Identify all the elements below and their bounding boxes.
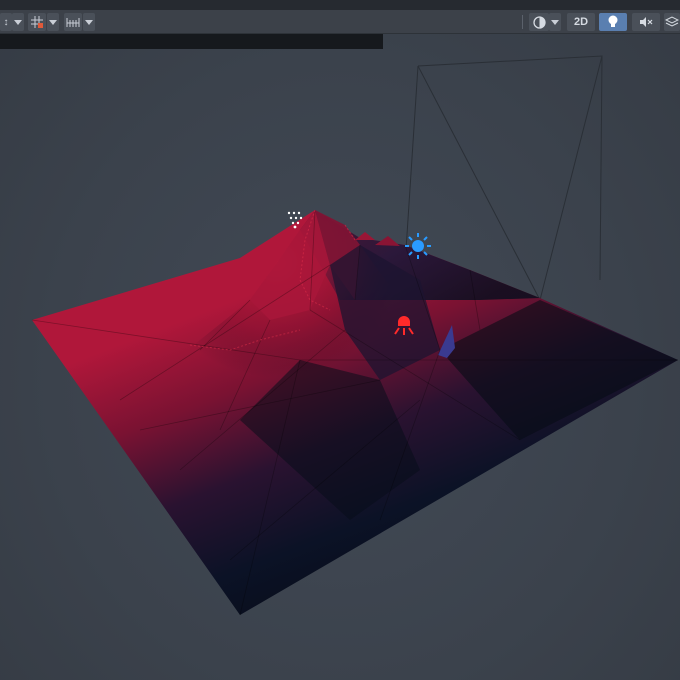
overlay-panel — [0, 34, 383, 49]
scene-viewport[interactable] — [0, 0, 680, 680]
terrain-mesh[interactable] — [31, 209, 678, 616]
viewport-toolbar: ↕ 2D — [0, 10, 680, 34]
grid-snap-dropdown[interactable] — [47, 13, 59, 31]
view-2d-label: 2D — [573, 16, 589, 28]
grid-icon — [31, 16, 43, 28]
lightbulb-icon — [608, 15, 618, 27]
globe-icon — [532, 15, 546, 29]
transform-gizmo-dropdown[interactable] — [12, 13, 24, 31]
speaker-mute-icon — [640, 17, 653, 27]
scale-snap-dropdown[interactable] — [83, 13, 95, 31]
shading-mode-button[interactable] — [529, 13, 549, 31]
shading-mode-dropdown[interactable] — [549, 13, 561, 31]
scene-lighting-button[interactable] — [599, 13, 627, 31]
effects-toggle-button[interactable] — [664, 13, 680, 31]
transform-gizmo-button[interactable]: ↕ — [0, 13, 12, 31]
ruler-icon — [66, 18, 80, 27]
move-icon: ↕ — [3, 16, 9, 28]
window-title-bar — [0, 0, 680, 10]
chevron-down-icon — [85, 19, 93, 25]
grid-snap-button[interactable] — [28, 13, 46, 31]
chevron-down-icon — [49, 19, 57, 25]
layers-icon — [665, 16, 679, 27]
scale-snap-button[interactable] — [64, 13, 82, 31]
view-2d-button[interactable]: 2D — [567, 13, 595, 31]
audio-toggle-button[interactable] — [632, 13, 660, 31]
toolbar-separator — [522, 15, 523, 29]
chevron-down-icon — [551, 19, 559, 25]
scene-canvas[interactable] — [0, 0, 680, 680]
chevron-down-icon — [14, 19, 22, 25]
